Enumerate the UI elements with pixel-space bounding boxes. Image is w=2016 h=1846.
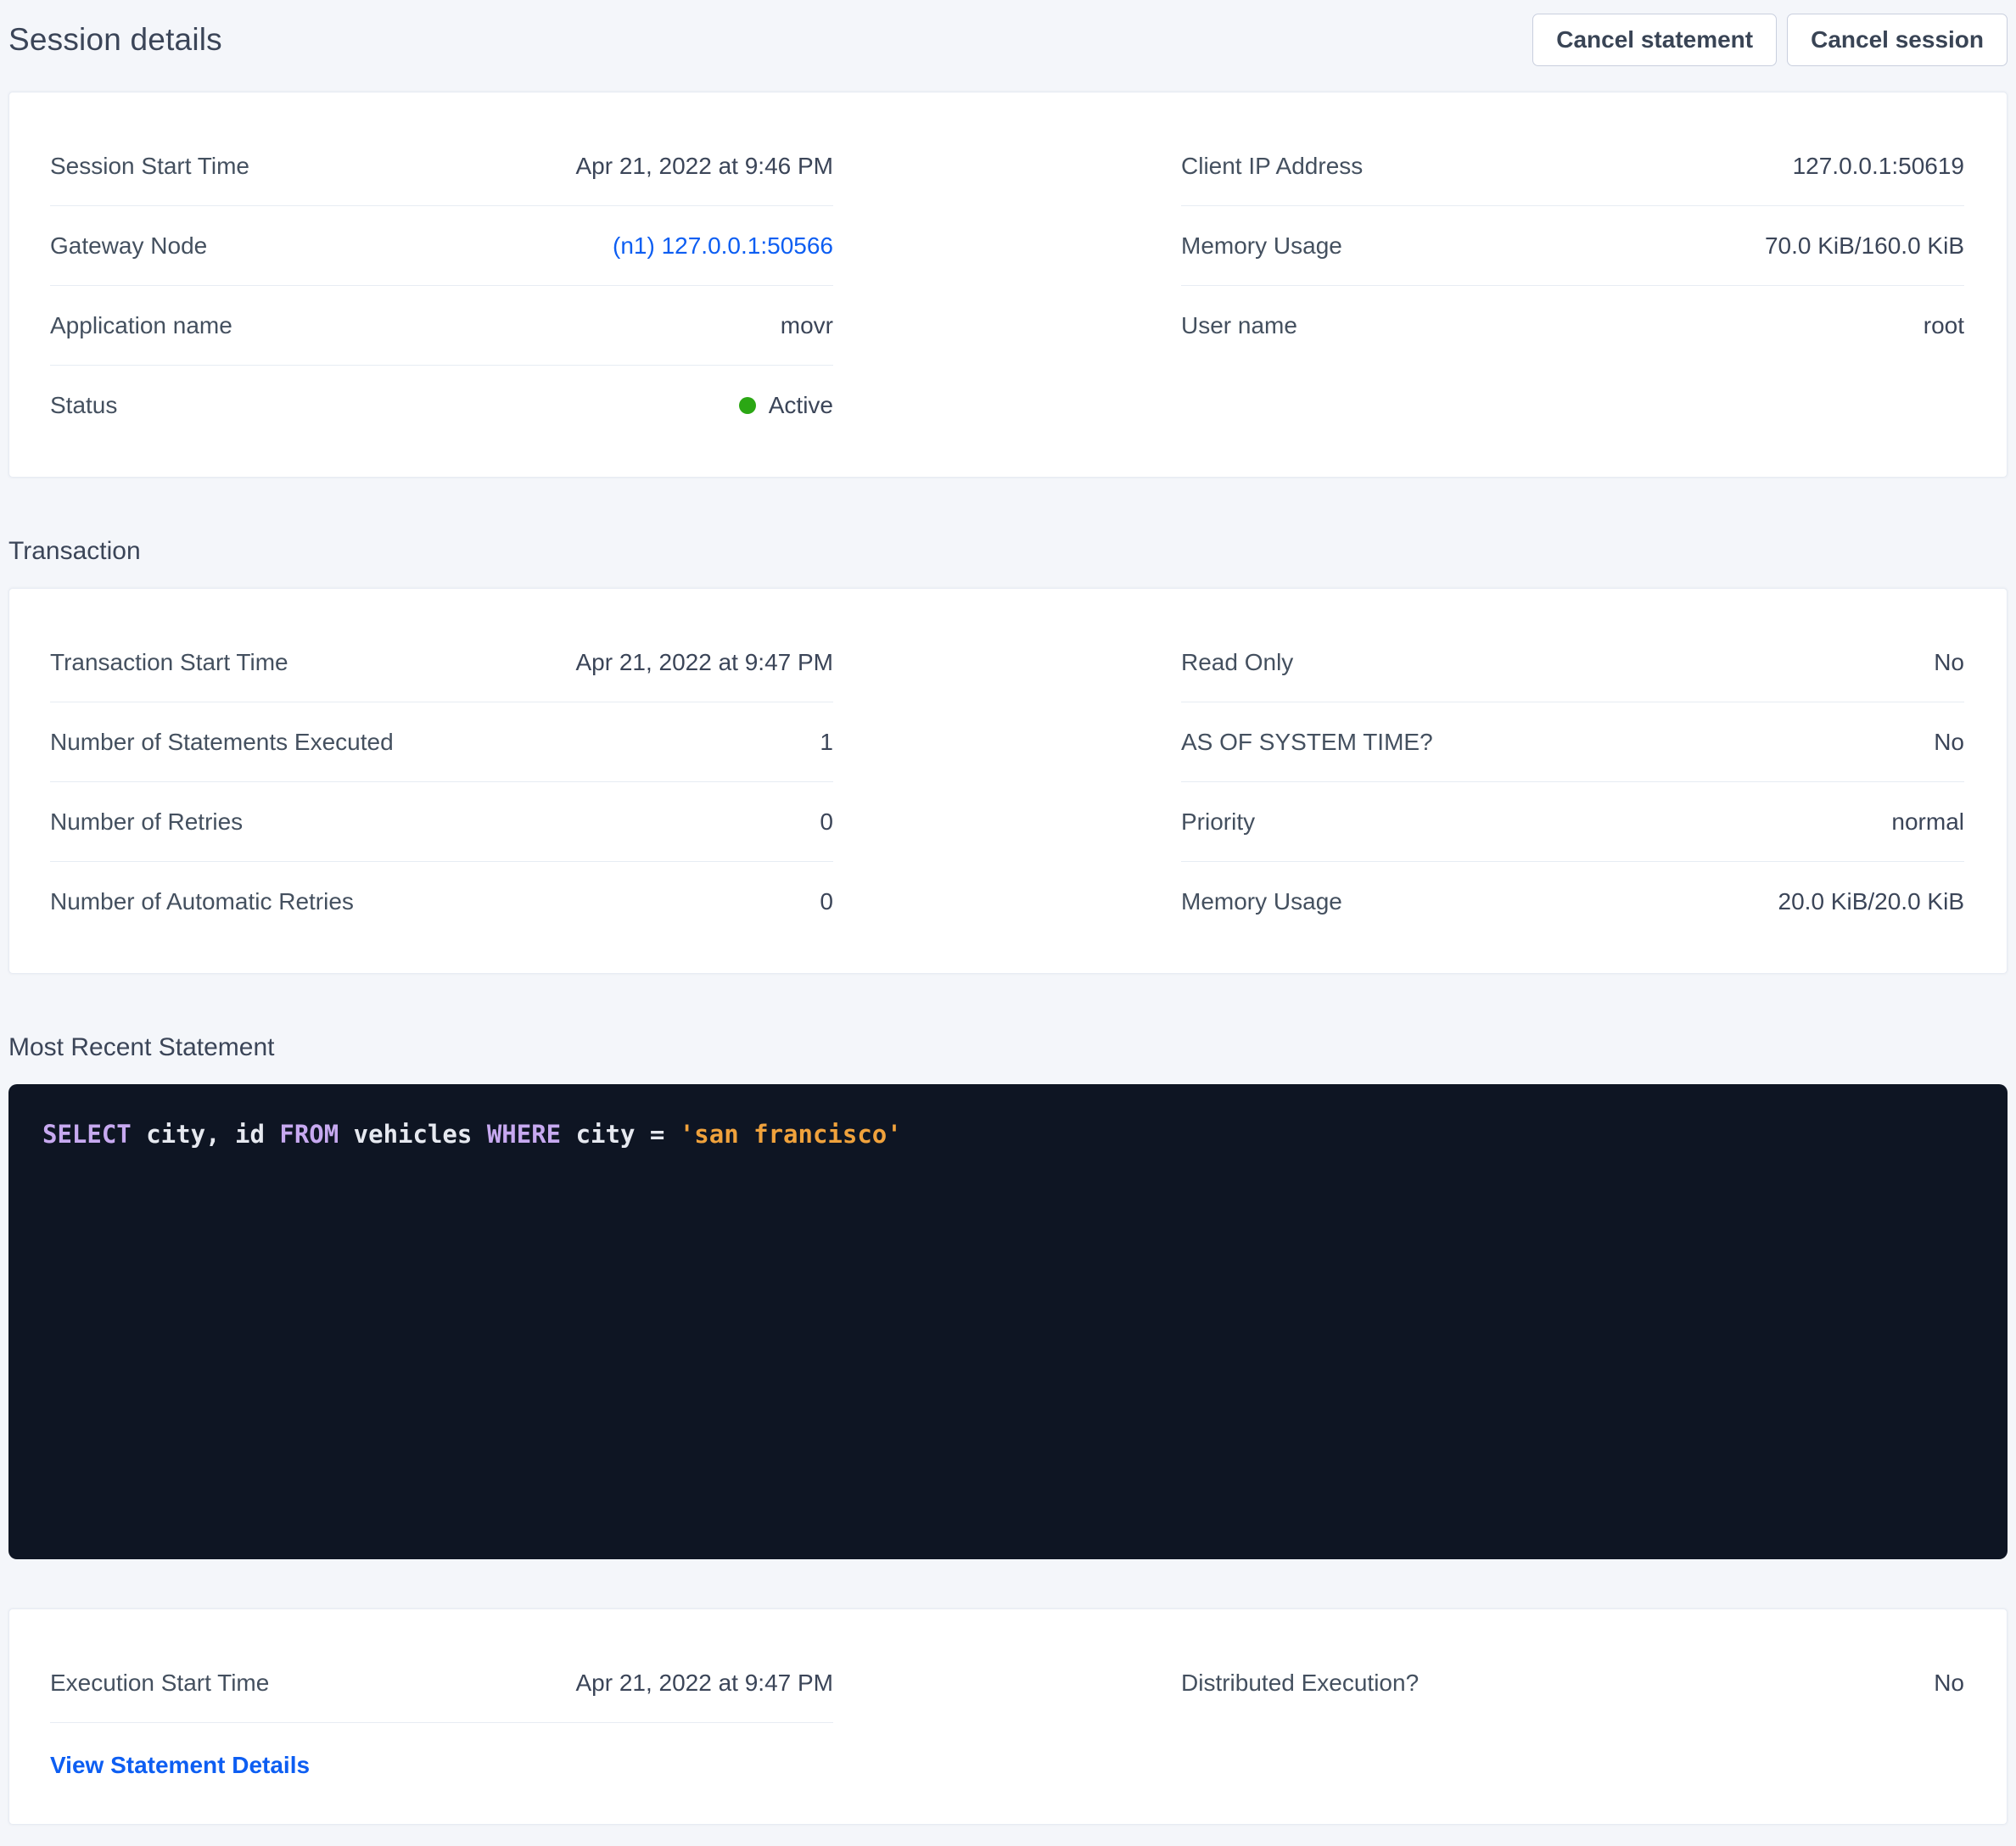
- sql-keyword: SELECT: [42, 1120, 132, 1149]
- row-value: No: [1934, 1670, 1964, 1695]
- row-label: Number of Automatic Retries: [50, 889, 354, 914]
- row-label: Execution Start Time: [50, 1670, 269, 1695]
- header-actions: Cancel statement Cancel session: [1522, 14, 2008, 66]
- row-label: Gateway Node: [50, 233, 207, 258]
- read-only-row: Read Only No: [1181, 623, 1964, 702]
- transaction-section-heading: Transaction: [8, 537, 2008, 566]
- transaction-start-time-row: Transaction Start Time Apr 21, 2022 at 9…: [50, 623, 833, 702]
- gateway-node-link[interactable]: (n1) 127.0.0.1:50566: [613, 232, 833, 259]
- row-value: 70.0 KiB/160.0 KiB: [1765, 233, 1964, 258]
- session-summary-card: Session Start Time Apr 21, 2022 at 9:46 …: [8, 92, 2008, 478]
- row-label: AS OF SYSTEM TIME?: [1181, 730, 1433, 754]
- row-label: Distributed Execution?: [1181, 1670, 1419, 1695]
- sql-statement-text: SELECT city, id FROM vehicles WHERE city…: [42, 1116, 1974, 1152]
- page-title: Session details: [8, 22, 222, 58]
- cancel-session-button[interactable]: Cancel session: [1787, 14, 2008, 66]
- sql-text: city =: [561, 1120, 680, 1149]
- page-header: Session details Cancel statement Cancel …: [8, 0, 2008, 92]
- row-value: (n1) 127.0.0.1:50566: [613, 233, 833, 258]
- distributed-execution-row: Distributed Execution? No: [1181, 1643, 1964, 1722]
- transaction-memory-usage-row: Memory Usage 20.0 KiB/20.0 KiB: [1181, 862, 1964, 941]
- row-label: Memory Usage: [1181, 233, 1342, 258]
- session-summary-right-column: Client IP Address 127.0.0.1:50619 Memory…: [1181, 126, 1964, 365]
- row-value: 0: [820, 889, 833, 914]
- row-value: normal: [1891, 809, 1964, 834]
- execution-left-column: Execution Start Time Apr 21, 2022 at 9:4…: [50, 1643, 833, 1787]
- number-of-retries-row: Number of Retries 0: [50, 782, 833, 862]
- status-row: Status Active: [50, 366, 833, 445]
- application-name-row: Application name movr: [50, 286, 833, 366]
- row-label: Memory Usage: [1181, 889, 1342, 914]
- sql-keyword: WHERE: [487, 1120, 561, 1149]
- row-label: Status: [50, 393, 117, 417]
- sql-keyword: FROM: [279, 1120, 339, 1149]
- row-label: Read Only: [1181, 650, 1293, 674]
- row-label: Application name: [50, 313, 232, 338]
- row-value: Active: [739, 393, 833, 417]
- row-value: No: [1934, 650, 1964, 674]
- row-value: root: [1924, 313, 1964, 338]
- row-label: Priority: [1181, 809, 1255, 834]
- sql-code-block: SELECT city, id FROM vehicles WHERE city…: [8, 1084, 2008, 1559]
- row-value: 127.0.0.1:50619: [1793, 154, 1964, 178]
- row-value: Apr 21, 2022 at 9:47 PM: [575, 1670, 833, 1695]
- row-label: Session Start Time: [50, 154, 249, 178]
- session-start-time-row: Session Start Time Apr 21, 2022 at 9:46 …: [50, 126, 833, 206]
- session-details-page: Session details Cancel statement Cancel …: [0, 0, 2016, 1825]
- row-value: 20.0 KiB/20.0 KiB: [1778, 889, 1964, 914]
- view-statement-details-row: View Statement Details: [50, 1723, 833, 1787]
- execution-start-time-row: Execution Start Time Apr 21, 2022 at 9:4…: [50, 1643, 833, 1723]
- gateway-node-row: Gateway Node (n1) 127.0.0.1:50566: [50, 206, 833, 286]
- view-statement-details-link[interactable]: View Statement Details: [50, 1752, 310, 1778]
- session-summary-left-column: Session Start Time Apr 21, 2022 at 9:46 …: [50, 126, 833, 445]
- row-label: Number of Retries: [50, 809, 243, 834]
- active-status-dot-icon: [739, 397, 756, 414]
- automatic-retries-row: Number of Automatic Retries 0: [50, 862, 833, 941]
- row-label: Transaction Start Time: [50, 650, 288, 674]
- status-text: Active: [769, 393, 833, 417]
- as-of-system-time-row: AS OF SYSTEM TIME? No: [1181, 702, 1964, 782]
- most-recent-statement-heading: Most Recent Statement: [8, 1033, 2008, 1062]
- transaction-left-column: Transaction Start Time Apr 21, 2022 at 9…: [50, 623, 833, 941]
- transaction-card: Transaction Start Time Apr 21, 2022 at 9…: [8, 588, 2008, 974]
- priority-row: Priority normal: [1181, 782, 1964, 862]
- sql-text: city, id: [132, 1120, 280, 1149]
- row-value: No: [1934, 730, 1964, 754]
- row-value: 0: [820, 809, 833, 834]
- client-ip-row: Client IP Address 127.0.0.1:50619: [1181, 126, 1964, 206]
- transaction-right-column: Read Only No AS OF SYSTEM TIME? No Prior…: [1181, 623, 1964, 941]
- statements-executed-row: Number of Statements Executed 1: [50, 702, 833, 782]
- sql-text: vehicles: [339, 1120, 487, 1149]
- session-memory-usage-row: Memory Usage 70.0 KiB/160.0 KiB: [1181, 206, 1964, 286]
- row-value: Apr 21, 2022 at 9:46 PM: [575, 154, 833, 178]
- row-value: movr: [781, 313, 833, 338]
- row-value: Apr 21, 2022 at 9:47 PM: [575, 650, 833, 674]
- execution-right-column: Distributed Execution? No: [1181, 1643, 1964, 1722]
- row-value: 1: [820, 730, 833, 754]
- cancel-statement-button[interactable]: Cancel statement: [1532, 14, 1777, 66]
- sql-string-literal: 'san francisco': [680, 1120, 902, 1149]
- execution-details-card: Execution Start Time Apr 21, 2022 at 9:4…: [8, 1608, 2008, 1825]
- row-label: Number of Statements Executed: [50, 730, 394, 754]
- row-label: User name: [1181, 313, 1297, 338]
- user-name-row: User name root: [1181, 286, 1964, 365]
- row-label: Client IP Address: [1181, 154, 1363, 178]
